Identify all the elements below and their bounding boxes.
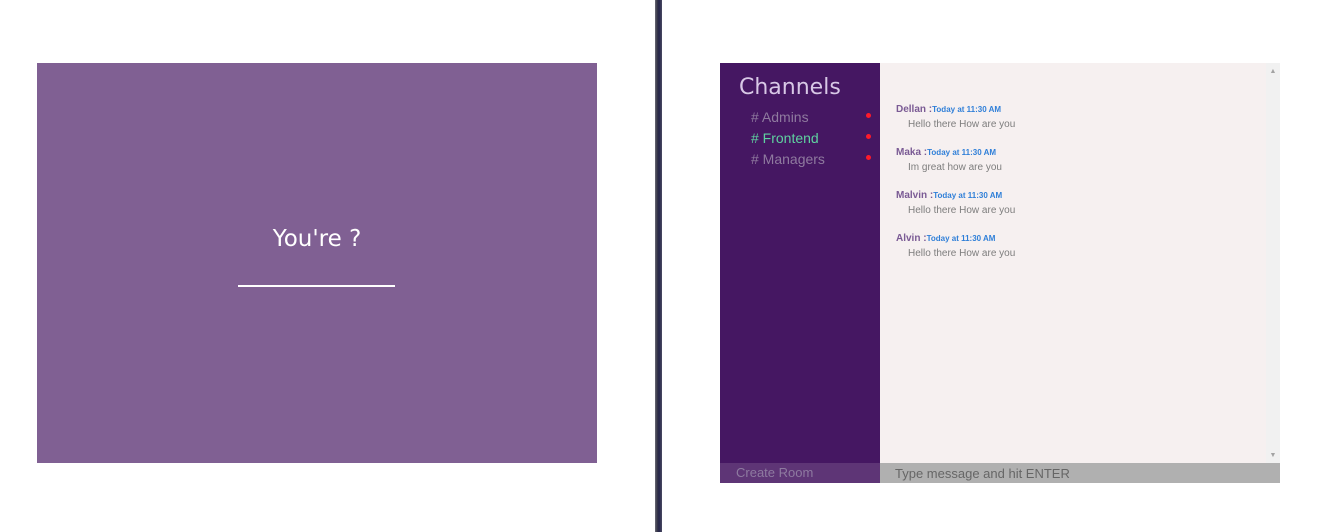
create-room-button[interactable]: Create Room [720,463,880,483]
message-timestamp: Today at 11:30 AM [933,191,1003,200]
message-header: Alvin :Today at 11:30 AM [896,233,1015,245]
message-item: Maka :Today at 11:30 AM Im great how are… [896,147,1015,190]
message-author: Alvin : [896,233,927,244]
login-panel: You're ? [37,63,597,463]
pane-divider[interactable] [655,0,662,532]
channel-sidebar: Channels # Admins # Frontend # Managers [720,63,880,463]
channel-item-frontend[interactable]: # Frontend [720,129,880,150]
message-scrollbar[interactable]: ▲ ▼ [1266,63,1280,463]
channel-label: # Admins [751,109,809,125]
name-input[interactable] [238,263,395,287]
channel-label: # Frontend [751,130,819,146]
channel-item-admins[interactable]: # Admins [720,108,880,129]
message-author: Malvin : [896,190,934,201]
message-list: Dellan :Today at 11:30 AM Hello there Ho… [896,104,1015,276]
message-input[interactable] [880,463,1280,483]
scroll-down-icon[interactable]: ▼ [1266,449,1280,461]
message-item: Malvin :Today at 11:30 AM Hello there Ho… [896,190,1015,233]
message-item: Dellan :Today at 11:30 AM Hello there Ho… [896,104,1015,147]
message-header: Maka :Today at 11:30 AM [896,147,1015,159]
channel-item-managers[interactable]: # Managers [720,150,880,171]
unread-dot-icon [866,134,871,139]
screen: You're ? Channels # Admins # Frontend # … [0,0,1320,532]
message-text: Hello there How are you [908,119,1016,130]
message-author: Dellan : [896,104,933,115]
message-timestamp: Today at 11:30 AM [926,234,996,243]
unread-dot-icon [866,113,871,118]
message-text: Im great how are you [908,162,1002,173]
message-timestamp: Today at 11:30 AM [927,148,997,157]
message-timestamp: Today at 11:30 AM [932,105,1002,114]
message-pane: Dellan :Today at 11:30 AM Hello there Ho… [880,63,1266,463]
message-text: Hello there How are you [908,248,1016,259]
channel-label: # Managers [751,151,825,167]
message-header: Dellan :Today at 11:30 AM [896,104,1015,116]
scroll-up-icon[interactable]: ▲ [1266,65,1280,77]
login-prompt: You're ? [272,226,362,252]
message-header: Malvin :Today at 11:30 AM [896,190,1015,202]
unread-dot-icon [866,155,871,160]
message-author: Maka : [896,147,928,158]
chat-app: Channels # Admins # Frontend # Managers [720,63,1280,483]
channel-list: # Admins # Frontend # Managers [720,108,880,171]
message-text: Hello there How are you [908,205,1016,216]
sidebar-title: Channels [739,75,841,100]
message-item: Alvin :Today at 11:30 AM Hello there How… [896,233,1015,276]
